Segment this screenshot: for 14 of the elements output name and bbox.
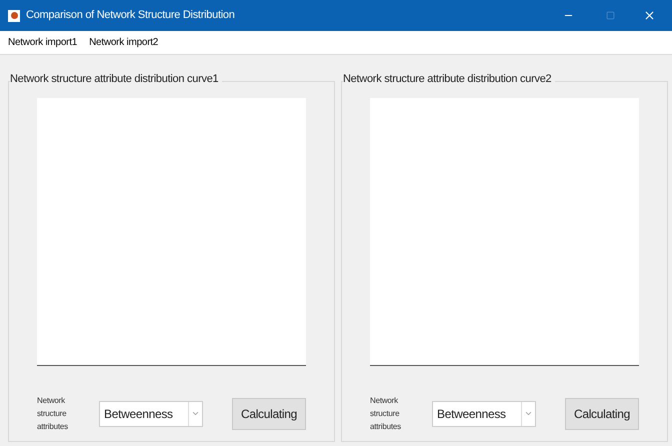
app-icon	[8, 10, 20, 22]
attribute-label: Network structure attributes	[37, 395, 69, 433]
close-icon	[642, 9, 656, 22]
calculate-button[interactable]: Calculating	[232, 398, 306, 430]
menu-item[interactable]: Network import1	[8, 35, 78, 50]
attribute-label: Network structure attributes	[370, 395, 402, 433]
calculate-button[interactable]: Calculating	[565, 398, 639, 430]
attribute-dropdown[interactable]: Betweenness	[99, 400, 203, 426]
attribute-dropdown[interactable]: Betweenness	[432, 400, 536, 426]
maximize-icon	[606, 11, 614, 20]
window-title: Comparison of Network Structure Distribution	[26, 8, 235, 24]
chevron-icon	[524, 409, 533, 418]
chevron-icon	[191, 409, 200, 418]
menu-item[interactable]: Network import2	[89, 35, 158, 50]
